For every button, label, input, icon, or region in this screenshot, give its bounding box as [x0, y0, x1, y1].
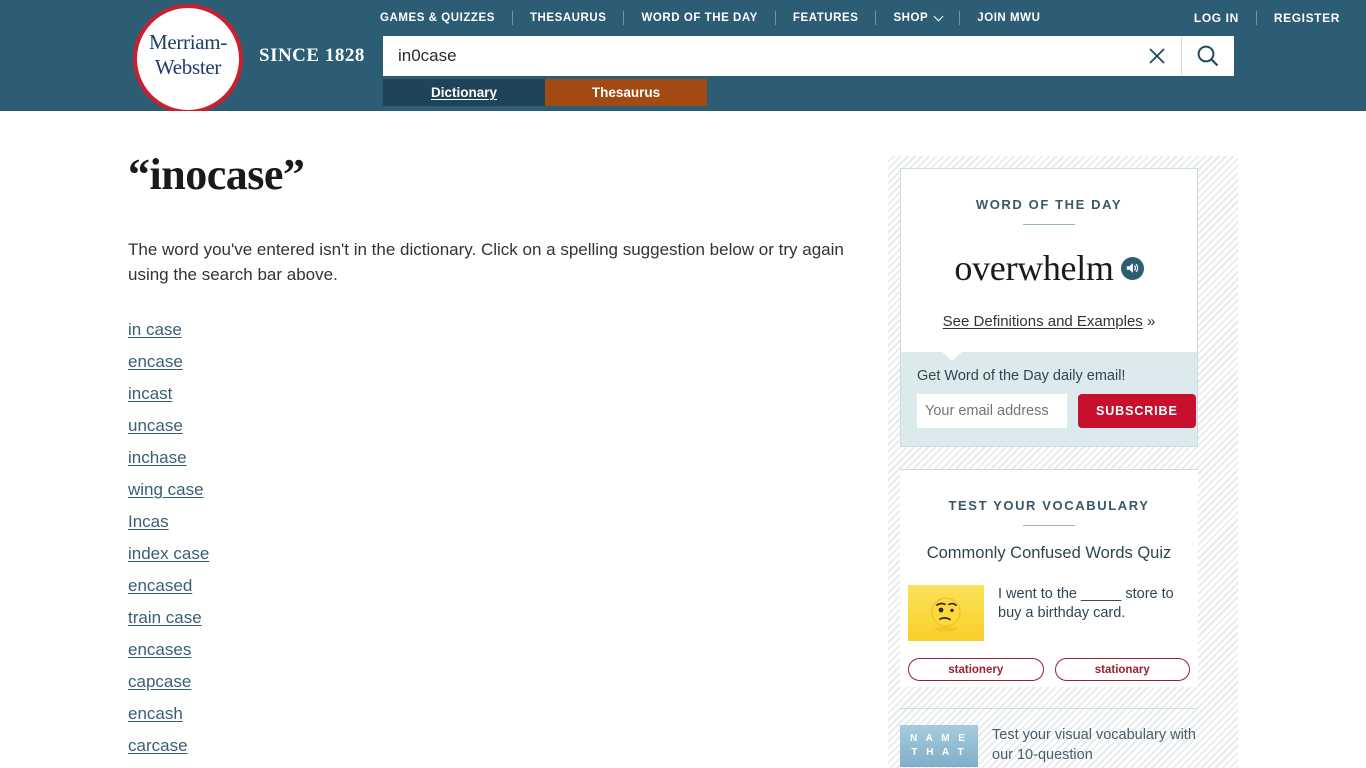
list-item: carcase: [128, 734, 858, 757]
page-title: “inocase”: [128, 150, 305, 199]
search-bar: [383, 36, 1234, 76]
main-content: “inocase” The word you've entered isn't …: [128, 151, 858, 768]
suggestion-link[interactable]: encash: [128, 704, 183, 723]
word-of-the-day-word-row: overwhelm: [901, 247, 1197, 289]
tab-dictionary[interactable]: Dictionary: [383, 79, 545, 106]
logo-line-1: Merriam-: [148, 30, 228, 54]
suggestion-link[interactable]: train case: [128, 608, 202, 627]
link-arrow: »: [1146, 313, 1156, 330]
since-tagline: SINCE 1828: [259, 45, 365, 66]
speaker-icon[interactable]: [1120, 256, 1144, 280]
list-item: train case: [128, 606, 858, 629]
no-result-message: The word you've entered isn't in the dic…: [128, 240, 844, 284]
nav-divider: [774, 11, 776, 25]
list-item: encases: [128, 638, 858, 661]
nav-divider: [623, 11, 625, 25]
word-of-the-day-card: WORD OF THE DAY overwhelm See Definition…: [900, 168, 1198, 447]
see-definitions-link[interactable]: See Definitions and Examples: [943, 313, 1143, 330]
tab-dictionary-label: Dictionary: [430, 85, 498, 100]
nav-join-mwu[interactable]: JOIN MWU: [977, 12, 1040, 24]
list-item: encased: [128, 574, 858, 597]
list-item: wing case: [128, 478, 858, 501]
auth-divider: [1255, 11, 1257, 25]
thinking-face-emoji: [908, 585, 984, 641]
suggestion-link[interactable]: wing case: [128, 480, 204, 499]
logo-line-2: Webster: [154, 55, 222, 79]
test-your-vocabulary-card: TEST YOUR VOCABULARY Commonly Confused W…: [900, 469, 1198, 687]
search-submit-button[interactable]: [1181, 37, 1233, 75]
sidebar: WORD OF THE DAY overwhelm See Definition…: [888, 156, 1238, 768]
suggestion-link[interactable]: encased: [128, 576, 192, 595]
list-item: Incas: [128, 510, 858, 533]
notch-triangle: [941, 351, 963, 361]
register-link[interactable]: REGISTER: [1274, 11, 1340, 25]
suggestion-link[interactable]: encase: [128, 352, 183, 371]
nav-divider: [511, 11, 513, 25]
divider: [1023, 525, 1075, 526]
subscribe-row: SUBSCRIBE: [917, 394, 1196, 428]
quiz-answers: stationery stationary: [908, 658, 1190, 681]
close-icon: [1149, 48, 1165, 64]
name-that-thing-text: Test your visual vocabulary with our 10-…: [992, 727, 1196, 763]
word-of-the-day-heading: WORD OF THE DAY: [975, 197, 1123, 212]
quiz-answer-stationery[interactable]: stationery: [908, 658, 1044, 681]
list-item: capcase: [128, 670, 858, 693]
tab-thesaurus[interactable]: Thesaurus: [545, 79, 707, 106]
list-item: encase: [128, 350, 858, 373]
log-in-link[interactable]: LOG IN: [1194, 11, 1239, 25]
quiz-subtitle[interactable]: Commonly Confused Words Quiz: [900, 544, 1198, 563]
suggestion-link[interactable]: encases: [128, 640, 191, 659]
nav-divider: [875, 11, 877, 25]
auth-nav: LOG IN REGISTER: [1194, 9, 1340, 27]
thumb-line-1: N A M E: [909, 733, 969, 744]
quiz-answer-stationary[interactable]: stationary: [1054, 658, 1190, 681]
subscribe-label: Get Word of the Day daily email!: [917, 368, 1126, 384]
name-that-thing-card[interactable]: N A M E T H A T Test your visual vocabul…: [900, 708, 1198, 767]
tab-thesaurus-label: Thesaurus: [591, 85, 661, 100]
subscribe-box: Get Word of the Day daily email! SUBSCRI…: [901, 351, 1197, 446]
search-scope-tabs: Dictionary Thesaurus: [383, 79, 707, 106]
list-item: encash: [128, 702, 858, 725]
nav-games-quizzes[interactable]: GAMES & QUIZZES: [380, 12, 495, 24]
email-field[interactable]: [917, 394, 1067, 428]
suggestion-link[interactable]: in case: [128, 320, 182, 339]
suggestion-link[interactable]: Incas: [128, 512, 169, 531]
quiz-heading: TEST YOUR VOCABULARY: [948, 498, 1150, 513]
list-item: incast: [128, 382, 858, 405]
nav-shop-label: SHOP: [893, 12, 929, 24]
chevron-down-icon: [933, 11, 944, 22]
suggestion-link[interactable]: index case: [128, 544, 209, 563]
suggestion-link[interactable]: carcase: [128, 736, 188, 755]
nav-shop[interactable]: SHOP: [893, 11, 944, 24]
suggestion-link[interactable]: uncase: [128, 416, 183, 435]
word-of-the-day-link-row: See Definitions and Examples »: [901, 313, 1197, 352]
quiz-question: I went to the _____ store to buy a birth…: [998, 586, 1174, 621]
suggestion-link[interactable]: inchase: [128, 448, 187, 467]
primary-nav: GAMES & QUIZZES THESAURUS WORD OF THE DA…: [380, 9, 1040, 27]
nav-word-of-the-day[interactable]: WORD OF THE DAY: [641, 12, 757, 24]
spelling-suggestions-list: in case encase incast uncase inchase win…: [128, 318, 858, 768]
search-input[interactable]: [384, 37, 1133, 75]
site-logo[interactable]: Merriam- Webster: [133, 4, 248, 111]
site-header: Merriam- Webster SINCE 1828 GAMES & QUIZ…: [0, 0, 1366, 111]
thumb-line-2: T H A T: [911, 747, 967, 758]
page-body: “inocase” The word you've entered isn't …: [0, 111, 1366, 768]
list-item: uncase: [128, 414, 858, 437]
clear-search-button[interactable]: [1133, 37, 1181, 75]
nav-divider: [959, 11, 961, 25]
word-of-the-day-word[interactable]: overwhelm: [954, 247, 1114, 289]
logo-text: Merriam- Webster: [133, 30, 243, 80]
suggestion-link[interactable]: capcase: [128, 672, 191, 691]
list-item: index case: [128, 542, 858, 565]
search-icon: [1197, 45, 1218, 67]
suggestion-link[interactable]: incast: [128, 384, 172, 403]
subscribe-button[interactable]: SUBSCRIBE: [1078, 394, 1196, 428]
list-item: in case: [128, 318, 858, 341]
name-that-thing-thumbnail: N A M E T H A T: [900, 725, 978, 767]
quiz-row: I went to the _____ store to buy a birth…: [908, 585, 1190, 641]
divider: [1023, 224, 1075, 225]
list-item: inchase: [128, 446, 858, 469]
nav-thesaurus[interactable]: THESAURUS: [530, 12, 607, 24]
nav-features[interactable]: FEATURES: [793, 12, 859, 24]
